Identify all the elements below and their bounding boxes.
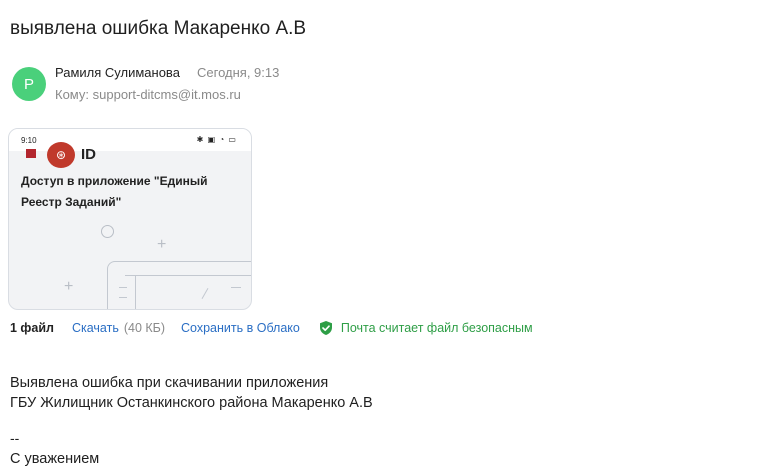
seal-icon: ⊛ bbox=[47, 142, 75, 168]
preview-status-bar: 9:10 ✱ ▣ ◔ ▭ bbox=[9, 129, 251, 151]
decor-plus-icon: + bbox=[157, 236, 167, 253]
message-body: Выявлена ошибка при скачивании приложени… bbox=[10, 373, 373, 413]
decor-line bbox=[135, 275, 136, 309]
recipient-address[interactable]: support-ditcms@it.mos.ru bbox=[93, 87, 241, 102]
sender-avatar[interactable]: Р bbox=[12, 67, 46, 101]
decor-line bbox=[231, 287, 241, 288]
email-subject: выявлена ошибка Макаренко А.В bbox=[10, 18, 307, 39]
attachment-count: 1 файл bbox=[10, 321, 54, 335]
save-to-cloud-link[interactable]: Сохранить в Облако bbox=[181, 321, 300, 335]
body-line: Выявлена ошибка при скачивании приложени… bbox=[10, 375, 329, 391]
safety-status: Почта считает файл безопасным bbox=[340, 321, 533, 335]
shield-check-icon bbox=[318, 320, 334, 336]
decor-screen-illustration bbox=[107, 261, 251, 309]
attachment-bar: 1 файл Скачать (40 КБ) Сохранить в Облак… bbox=[10, 320, 533, 336]
attachment-thumbnail[interactable]: 9:10 ✱ ▣ ◔ ▭ ⊛ ID Доступ в приложение "Е… bbox=[8, 128, 252, 310]
preview-logo-text: ID bbox=[81, 146, 96, 163]
decor-line bbox=[119, 287, 127, 288]
preview-heading: Доступ в приложение "Единый Реестр Задан… bbox=[21, 174, 208, 209]
download-size: (40 КБ) bbox=[123, 321, 166, 335]
recipient-line: Кому: support-ditcms@it.mos.ru bbox=[55, 87, 241, 102]
download-link[interactable]: Скачать bbox=[72, 321, 119, 335]
decor-circle-icon bbox=[101, 225, 114, 238]
body-line: ГБУ Жилищник Останкинского района Макаре… bbox=[10, 395, 373, 411]
decor-plus-icon: + bbox=[64, 278, 74, 295]
signature-separator: -- bbox=[10, 430, 20, 446]
decor-line bbox=[119, 297, 127, 298]
sender-name[interactable]: Рамиля Сулиманова bbox=[55, 65, 180, 80]
preview-status-time: 9:10 bbox=[21, 136, 37, 145]
flag-icon bbox=[26, 149, 36, 158]
avatar-letter: Р bbox=[23, 75, 34, 93]
preview-app-logo: ⊛ ID bbox=[9, 142, 251, 168]
decor-line bbox=[125, 275, 251, 276]
preview-status-icons: ✱ ▣ ◔ ▭ bbox=[196, 135, 237, 144]
sent-time: Сегодня, 9:13 bbox=[197, 65, 280, 80]
recipient-label: Кому: bbox=[55, 87, 89, 102]
